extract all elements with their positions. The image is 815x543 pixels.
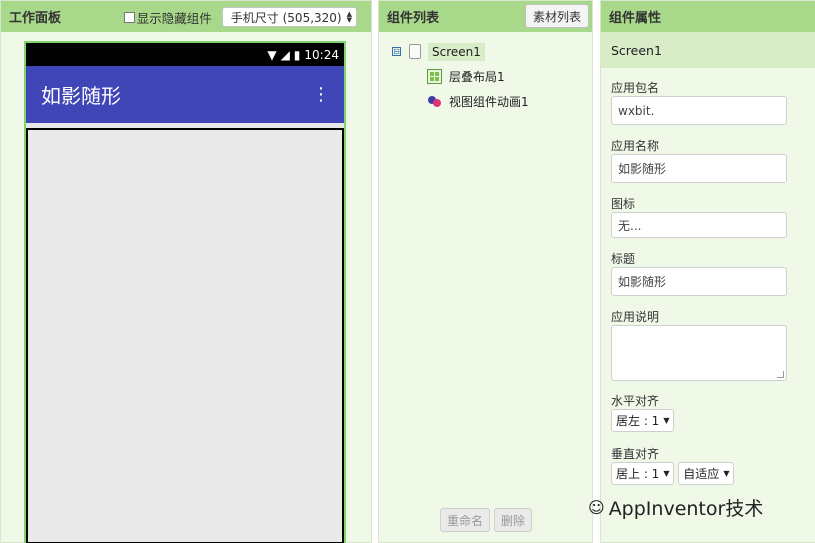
description-label: 应用说明 xyxy=(611,310,660,324)
v-align-select[interactable]: 居上 : 1 ▼ xyxy=(611,462,675,485)
tree-row-view-animation[interactable]: 视图组件动画1 xyxy=(427,89,529,114)
delete-button[interactable]: 删除 xyxy=(494,508,533,532)
caret-down-icon: ▼ xyxy=(663,416,670,425)
h-align-label: 水平对齐 xyxy=(611,394,660,408)
tree-screen-label[interactable]: Screen1 xyxy=(428,42,485,61)
tree-row-screen[interactable]: ⊟ Screen1 xyxy=(392,39,529,64)
workspace-controls: 显示隐藏组件 手机尺寸 (505,320) ▲ ▼ xyxy=(123,7,357,27)
sizing-value: 自适应 xyxy=(683,467,720,481)
components-title: 组件列表 xyxy=(387,11,440,26)
collapse-icon[interactable]: ⊟ xyxy=(392,47,401,56)
app-package-field[interactable]: wxbit. xyxy=(611,96,787,125)
caret-down-icon: ▼ xyxy=(663,469,670,478)
h-align-value: 居左 : 1 xyxy=(616,414,660,428)
rename-button[interactable]: 重命名 xyxy=(440,508,491,532)
workspace-panel: 工作面板 显示隐藏组件 手机尺寸 (505,320) ▲ ▼ ▼ ◢ ▮ 10:2… xyxy=(0,0,372,543)
battery-icon: ▮ xyxy=(293,47,301,62)
screen-icon xyxy=(409,44,421,59)
animation-icon xyxy=(428,96,441,107)
tree-row-stack-layout[interactable]: 层叠布局1 xyxy=(427,64,529,89)
show-hidden-label: 显示隐藏组件 xyxy=(136,10,212,26)
app-name-label: 应用名称 xyxy=(611,139,660,153)
updown-arrows-icon: ▲ ▼ xyxy=(346,10,352,24)
wechat-icon: ☺ xyxy=(588,498,605,517)
phone-preview: ▼ ◢ ▮ 10:24 如影随形 ⋮ xyxy=(24,41,346,543)
tree-item-label: 层叠布局1 xyxy=(449,70,505,84)
workspace-title: 工作面板 xyxy=(9,11,62,26)
h-align-select[interactable]: 居左 : 1 ▼ xyxy=(611,409,675,432)
properties-title: 组件属性 xyxy=(609,11,662,26)
properties-panel: 组件属性 Screen1 应用包名 wxbit. 应用名称 如影随形 图标 无.… xyxy=(600,0,815,543)
component-actions: 重命名 删除 xyxy=(440,508,536,532)
component-tree: ⊟ Screen1 层叠布局1 视图组件动画1 xyxy=(392,39,529,114)
status-bar: ▼ ◢ ▮ 10:24 xyxy=(26,43,344,66)
app-title-bar[interactable]: 如影随形 ⋮ xyxy=(26,66,344,123)
property-list: 应用包名 wxbit. 应用名称 如影随形 图标 无... 标题 如影随形 应用… xyxy=(611,79,787,503)
workspace-header: 工作面板 显示隐藏组件 手机尺寸 (505,320) ▲ ▼ xyxy=(1,1,371,32)
tree-item-label: 视图组件动画1 xyxy=(449,95,529,109)
layout-icon xyxy=(427,69,442,84)
status-time: 10:24 xyxy=(304,47,339,62)
sizing-select[interactable]: 自适应 ▼ xyxy=(678,462,735,485)
signal-icon: ◢ xyxy=(280,47,290,62)
show-hidden-checkbox[interactable] xyxy=(123,11,135,23)
v-align-value: 居上 : 1 xyxy=(616,467,660,481)
title-field[interactable]: 如影随形 xyxy=(611,267,787,296)
caret-down-icon: ▼ xyxy=(723,469,730,478)
components-panel: 组件列表 素材列表 ⊟ Screen1 层叠布局1 视图组件动画1 重命名 删除 xyxy=(378,0,593,543)
app-package-label: 应用包名 xyxy=(611,81,660,95)
phone-size-select[interactable]: 手机尺寸 (505,320) ▲ ▼ xyxy=(221,7,357,27)
icon-field[interactable]: 无... xyxy=(611,212,787,238)
components-header: 组件列表 素材列表 xyxy=(379,1,592,32)
watermark: ☺ AppInventor技术 xyxy=(588,494,763,521)
v-align-label: 垂直对齐 xyxy=(611,447,660,461)
watermark-text: AppInventor技术 xyxy=(608,498,764,520)
title-label: 标题 xyxy=(611,252,636,266)
app-name-field[interactable]: 如影随形 xyxy=(611,154,787,183)
stack-layout-canvas[interactable] xyxy=(26,128,344,543)
more-vert-icon[interactable]: ⋮ xyxy=(312,84,330,105)
phone-size-value: 手机尺寸 (505,320) xyxy=(230,10,342,25)
icon-label: 图标 xyxy=(611,197,636,211)
properties-screen-name: Screen1 xyxy=(601,32,815,68)
properties-header: 组件属性 xyxy=(601,1,815,32)
app-title: 如影随形 xyxy=(41,84,121,108)
wifi-icon: ▼ xyxy=(267,47,277,62)
description-textarea[interactable] xyxy=(611,325,787,381)
assets-list-button[interactable]: 素材列表 xyxy=(524,4,589,28)
